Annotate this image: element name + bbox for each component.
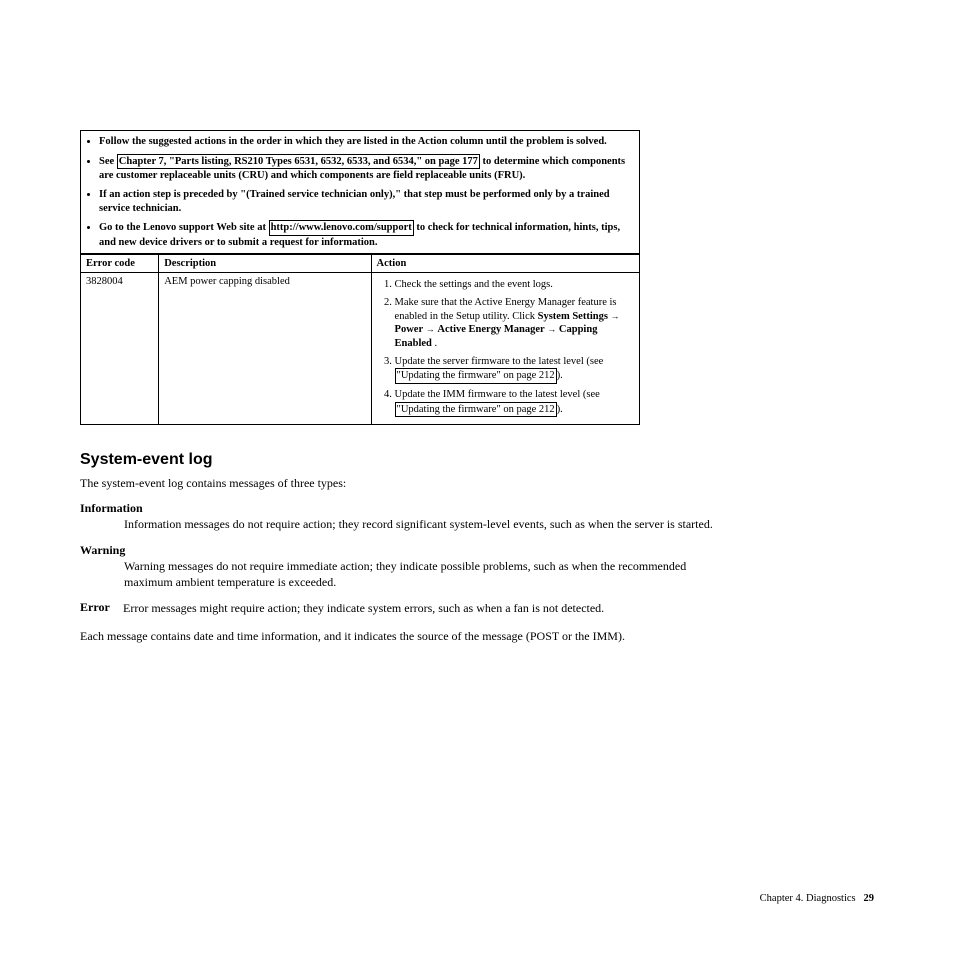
notice-item: If an action step is preceded by "(Train… (99, 188, 633, 215)
arrow-icon: → (547, 324, 556, 334)
notice-cell: Follow the suggested actions in the orde… (81, 131, 640, 254)
table-row: 3828004 AEM power capping disabled Check… (81, 273, 640, 425)
col-header-code: Error code (81, 255, 159, 273)
term-information: Information (80, 501, 720, 516)
cell-action: Check the settings and the event logs. M… (371, 273, 639, 425)
xref-link[interactable]: Chapter 7, "Parts listing, RS210 Types 6… (117, 154, 480, 170)
footer-chapter: Chapter 4. Diagnostics (760, 893, 856, 904)
notice-item: Go to the Lenovo support Web site at htt… (99, 220, 633, 249)
arrow-icon: → (426, 324, 435, 334)
section-heading: System-event log (80, 451, 874, 469)
cell-desc: AEM power capping disabled (159, 273, 371, 425)
def-information: Information messages do not require acti… (124, 516, 720, 532)
action-step: Update the server firmware to the latest… (395, 355, 634, 384)
def-error: Error messages might require action; the… (123, 600, 713, 616)
action-step: Update the IMM firmware to the latest le… (395, 388, 634, 417)
page-content: Follow the suggested actions in the orde… (0, 0, 954, 954)
col-header-action: Action (371, 255, 639, 273)
cell-code: 3828004 (81, 273, 159, 425)
term-error: Error (80, 600, 120, 615)
term-warning: Warning (80, 543, 720, 558)
footer-page: 29 (864, 893, 875, 904)
action-step: Check the settings and the event logs. (395, 278, 634, 292)
col-header-desc: Description (159, 255, 371, 273)
arrow-icon: → (611, 311, 620, 321)
error-table: Error code Description Action 3828004 AE… (80, 254, 640, 425)
definition-list: Information Information messages do not … (80, 501, 720, 616)
closing-text: Each message contains date and time info… (80, 628, 720, 644)
intro-text: The system-event log contains messages o… (80, 475, 720, 491)
xref-link[interactable]: "Updating the firmware" on page 212 (395, 402, 557, 418)
action-step: Make sure that the Active Energy Manager… (395, 296, 634, 351)
url-link[interactable]: http://www.lenovo.com/support (269, 220, 414, 236)
xref-link[interactable]: "Updating the firmware" on page 212 (395, 368, 557, 384)
notice-item: See Chapter 7, "Parts listing, RS210 Typ… (99, 154, 633, 183)
def-warning: Warning messages do not require immediat… (124, 558, 720, 590)
notice-table: Follow the suggested actions in the orde… (80, 130, 640, 254)
notice-item: Follow the suggested actions in the orde… (99, 135, 633, 149)
page-footer: Chapter 4. Diagnostics 29 (760, 893, 874, 904)
